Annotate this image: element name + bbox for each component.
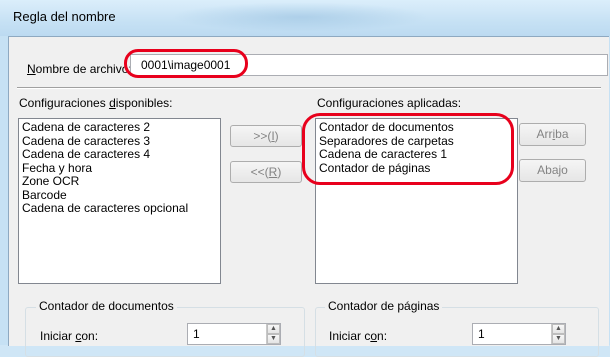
spin-down-icon[interactable]: ▼ [552,334,565,344]
title-bar[interactable]: Regla del nombre [0,0,610,36]
title-bar-decoration [170,2,430,32]
spin-up-icon[interactable]: ▲ [267,324,280,334]
spin-up-icon[interactable]: ▲ [552,324,565,334]
page-counter-title: Contador de páginas [325,299,443,313]
list-item[interactable]: Cadena de caracteres opcional [22,201,217,216]
list-item[interactable]: Cadena de caracteres 3 [22,134,217,149]
dialog-body: Nombre de archivo: 0001\image0001 Config… [8,36,609,357]
window-title: Regla del nombre [13,9,116,24]
page-counter-start-field[interactable]: 1 ▲ ▼ [472,323,566,345]
list-item[interactable]: Cadena de caracteres 2 [22,120,217,135]
separator-line [17,87,601,89]
list-item[interactable]: Barcode [22,188,217,203]
list-item[interactable]: Fecha y hora [22,161,217,176]
applied-settings-label: Configuraciones aplicadas: [317,96,462,110]
page-counter-start-label: Iniciar con: [329,329,388,343]
page-counter-spinner[interactable]: ▲ ▼ [551,324,565,344]
filename-label: Nombre de archivo: [27,62,132,76]
document-counter-start-value: 1 [193,327,200,341]
spin-down-icon[interactable]: ▼ [267,334,280,344]
window-frame-left [0,36,8,345]
applied-settings-highlight-annotation [302,113,514,185]
document-counter-start-label: Iniciar con: [40,329,99,343]
remove-button[interactable]: <<(R) [230,161,302,183]
document-counter-title: Contador de documentos [36,299,177,313]
move-up-button[interactable]: Arriba [519,123,586,146]
document-counter-start-field[interactable]: 1 ▲ ▼ [187,323,281,345]
filename-highlight-annotation [124,49,248,78]
available-settings-list[interactable]: Cadena de caracteres 2 Cadena de caracte… [18,118,221,284]
page-counter-start-value: 1 [478,327,485,341]
move-down-button[interactable]: Abajo [519,159,586,182]
document-counter-spinner[interactable]: ▲ ▼ [266,324,280,344]
list-item[interactable]: Zone OCR [22,174,217,189]
list-item[interactable]: Cadena de caracteres 4 [22,147,217,162]
add-button[interactable]: >>(I) [230,125,302,147]
available-settings-label: Configuraciones disponibles: [19,96,173,110]
